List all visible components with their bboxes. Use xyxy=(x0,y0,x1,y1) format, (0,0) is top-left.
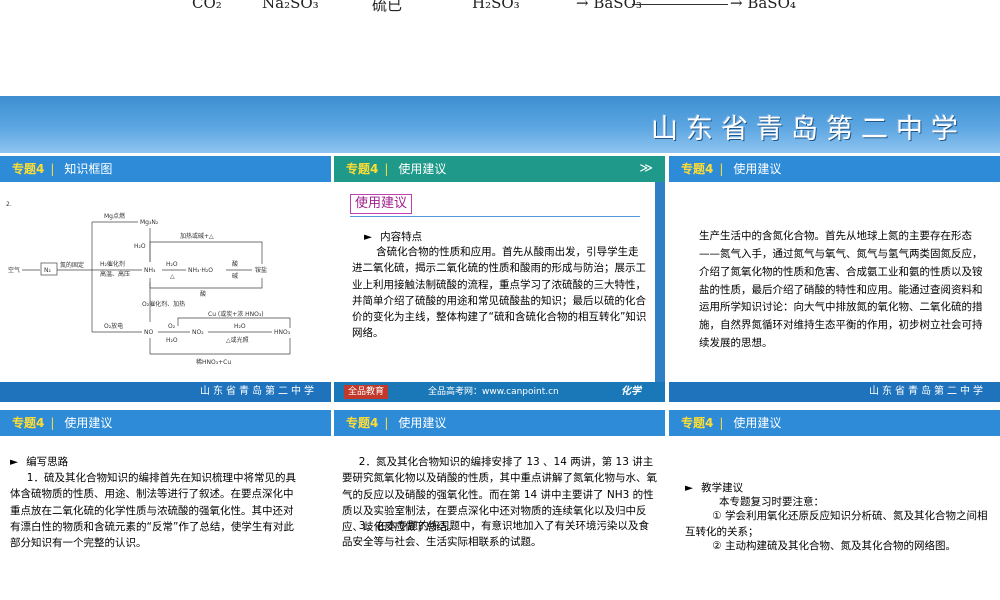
panel-knowledge-frame: 专题4 | 知识框图 2. 空气 N₂ 氮的固定 Mg点燃 Mg₃N₂ H₂O H₂… xyxy=(0,156,331,402)
label-acid-2: 酸 xyxy=(200,290,206,298)
bullet-icon: ► xyxy=(685,482,694,494)
panel-header: 专题4 | 知识框图 xyxy=(0,156,331,182)
teaching-point-2: ② 主动构建硫及其化合物、氮及其化合物的网络图。 xyxy=(712,540,957,552)
label-o2: O₂ xyxy=(168,323,176,330)
label-mg-burn: Mg点燃 xyxy=(104,212,125,220)
formula-co2: CO₂ xyxy=(192,0,222,12)
label-no: NO xyxy=(144,329,153,336)
content-paragraph: 生产生活中的含氮化合物。首先从地球上氮的主要存在形态——氮气入手，通过氮气与氧气… xyxy=(699,230,983,350)
header-separator: | xyxy=(719,162,724,176)
topic-tag: 专题4 xyxy=(681,416,714,430)
teaching-point-1: ① 学会利用氧化还原反应知识分析硫、氮及其化合物之间相互转化的关系； xyxy=(685,510,988,539)
topic-tag: 专题4 xyxy=(681,162,714,176)
school-name: 山东省青岛第二中学 xyxy=(651,114,966,145)
label-hno3: HNO₃ xyxy=(274,329,291,336)
label-delta-1: △ xyxy=(170,273,175,280)
label-dilute: 稀HNO₃+Cu xyxy=(196,358,231,366)
content-paragraph: 含硫化合物的性质和应用。首先从酸雨出发，引导学生走进二氧化硫，揭示二氧化硫的性质… xyxy=(352,246,647,340)
topic-tag: 专题4 xyxy=(346,416,379,430)
panel-usage-sulfur: 专题4 | 使用建议 ≫ 使用建议 ► 内容特点 含硫化合物的性质和应用。首先从酸雨出… xyxy=(334,156,665,402)
nitrogen-cycle-diagram: 2. 空气 N₂ 氮的固定 Mg点燃 Mg₃N₂ H₂O H₂催化剂 高温、高压… xyxy=(6,201,291,366)
label-h2o-2: H₂O xyxy=(166,261,178,268)
formula-h2so3: H₂SO₃ xyxy=(472,0,520,12)
label-high-tp: 高温、高压 xyxy=(100,270,130,278)
label-h2o-4: H₂O xyxy=(234,323,246,330)
section-heading: 教学建议 xyxy=(701,482,744,494)
panel-footer: 全品教育 全品高考网：www.canpoint.cn 化学 xyxy=(334,382,665,402)
content-paragraph: 1．硫及其化合物知识的编排首先在知识梳理中将常见的具体含硫物质的性质、用途、制法… xyxy=(10,472,296,550)
label-o2-discharge: O₂放电 xyxy=(104,322,123,330)
usage-label-box: 使用建议 xyxy=(350,194,413,214)
label-heat-base: 加热或碱+△ xyxy=(180,232,214,240)
panel-title: 使用建议 xyxy=(733,162,782,176)
footer-subject: 化学 xyxy=(621,386,641,397)
bullet-icon: ► xyxy=(10,456,19,468)
label-o2-cat: O₂催化剂、加热 xyxy=(142,300,185,308)
panel-teaching-suggestions: 专题4 | 使用建议 ► 教学建议 本专题复习时要注意： ① 学会利用氧化还原反应知识… xyxy=(669,410,1000,600)
header-separator: | xyxy=(50,162,55,176)
section-heading: 编写思路 xyxy=(26,456,69,468)
footer-site[interactable]: 全品高考网：www.canpoint.cn xyxy=(428,382,559,402)
topic-tag: 专题4 xyxy=(12,162,45,176)
side-band xyxy=(655,182,665,382)
formula-s: 硫已 xyxy=(372,0,403,14)
bullet-icon: ► xyxy=(364,231,373,243)
header-separator: | xyxy=(384,416,389,430)
next-arrow-icon[interactable]: ≫ xyxy=(639,156,653,182)
label-fixation: 氮的固定 xyxy=(60,261,84,269)
panel-title: 使用建议 xyxy=(733,416,782,430)
writing-heading: ► 编写思路 xyxy=(10,454,310,469)
panel-usage-nitrogen: 专题4 | 使用建议 生产生活中的含氮化合物。首先从地球上氮的主要存在形态——氮气入… xyxy=(669,156,1000,402)
panel-writing-ideas: 专题4 | 使用建议 ► 编写思路 1．硫及其化合物知识的编排首先在知识梳理中将常见的… xyxy=(0,410,331,600)
label-nh3h2o: NH₃·H₂O xyxy=(188,267,213,274)
teaching-heading: ► 教学建议 xyxy=(685,480,995,495)
label-acid-1: 酸 xyxy=(232,260,238,268)
panel-header: 专题4 | 使用建议 xyxy=(0,410,331,436)
label-n2: N₂ xyxy=(44,267,51,274)
label-light: △或光照 xyxy=(226,336,249,344)
topic-tag: 专题4 xyxy=(346,162,379,176)
content-paragraph-2: 3．在本专题的练习题中，有意识地加入了有关环境污染以及食品安全等与社会、生活实际… xyxy=(342,520,649,549)
label-h2o-3: H₂O xyxy=(166,337,178,344)
label-base: 碱 xyxy=(232,273,238,280)
section-heading: 内容特点 xyxy=(380,231,423,243)
formula-baso4: → BaSO₄ xyxy=(730,0,796,12)
label-cu-acid: Cu (或炭+浓 HNO₃) xyxy=(208,310,264,318)
label-h2-cat: H₂催化剂 xyxy=(100,260,125,268)
label-salt: 铵盐 xyxy=(255,266,267,274)
label-nh3: NH₃ xyxy=(144,267,156,274)
label-air: 空气 xyxy=(8,266,20,274)
header-separator: | xyxy=(384,162,389,176)
panel-footer: 山东省青岛第二中学 xyxy=(0,382,331,402)
panel-usage-arrangement: 专题4 | 使用建议 2．氮及其化合物知识的编排安排了 13 、14 两讲，第 13… xyxy=(334,410,665,600)
panel-title: 使用建议 xyxy=(398,416,447,430)
panel-title: 使用建议 xyxy=(398,162,447,176)
panel-header: 专题4 | 使用建议 xyxy=(334,410,665,436)
panel-title: 知识框图 xyxy=(64,162,113,176)
canpoint-logo: 全品教育 xyxy=(344,385,389,399)
panel-header: 专题4 | 使用建议 xyxy=(669,156,1000,182)
school-banner: 山东省青岛第二中学 xyxy=(0,96,1000,153)
diagram-number: 2. xyxy=(6,201,12,208)
label-h2o-1: H₂O xyxy=(134,243,146,250)
formula-na2so3: Na₂SO₃ xyxy=(262,0,319,12)
divider xyxy=(350,216,640,217)
label-no2: NO₂ xyxy=(192,329,204,336)
topic-tag: 专题4 xyxy=(12,416,45,430)
panel-header: 专题4 | 使用建议 ≫ xyxy=(334,156,665,182)
header-separator: | xyxy=(50,416,55,430)
header-separator: | xyxy=(719,416,724,430)
arrow-line xyxy=(632,4,728,5)
panel-title: 使用建议 xyxy=(64,416,113,430)
panel-footer: 山东省青岛第二中学 xyxy=(669,382,1000,402)
top-formula-strip: CO₂ Na₂SO₃ 硫已 H₂SO₃ → BaSO₃ → BaSO₄ xyxy=(0,0,1000,96)
label-mg3n2: Mg₃N₂ xyxy=(140,219,159,226)
panel-header: 专题4 | 使用建议 xyxy=(669,410,1000,436)
teaching-intro: 本专题复习时要注意： xyxy=(719,496,824,508)
formula-baso3: → BaSO₃ xyxy=(576,0,642,12)
